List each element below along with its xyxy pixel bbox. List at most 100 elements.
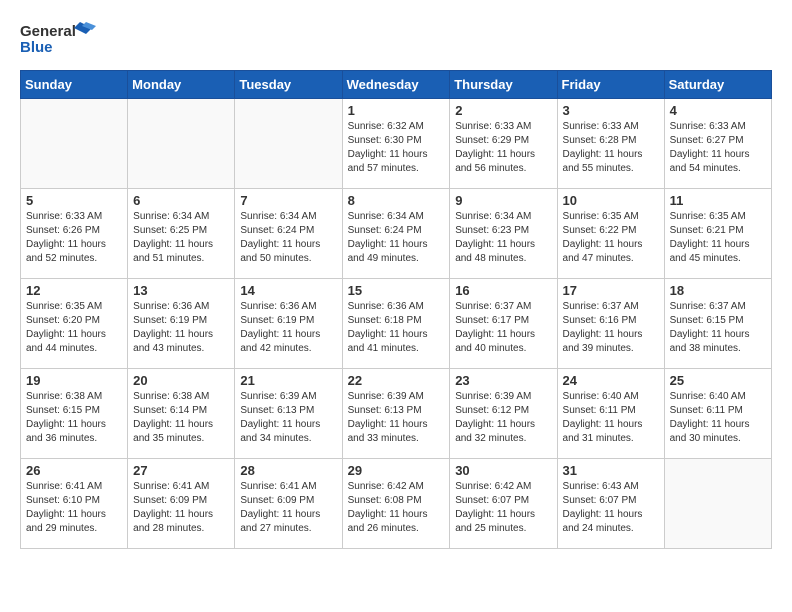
calendar-cell: 11 Sunrise: 6:35 AM Sunset: 6:21 PM Dayli… xyxy=(664,189,771,279)
day-info: Sunrise: 6:34 AM Sunset: 6:24 PM Dayligh… xyxy=(240,210,336,266)
calendar-cell xyxy=(235,99,342,189)
day-info: Sunrise: 6:32 AM Sunset: 6:30 PM Dayligh… xyxy=(348,120,445,176)
day-info: Sunrise: 6:42 AM Sunset: 6:08 PM Dayligh… xyxy=(348,480,445,536)
day-number: 7 xyxy=(240,193,336,208)
calendar-cell: 29 Sunrise: 6:42 AM Sunset: 6:08 PM Dayli… xyxy=(342,459,450,549)
calendar-cell xyxy=(128,99,235,189)
day-number: 21 xyxy=(240,373,336,388)
calendar-cell: 25 Sunrise: 6:40 AM Sunset: 6:11 PM Dayli… xyxy=(664,369,771,459)
calendar-cell: 22 Sunrise: 6:39 AM Sunset: 6:13 PM Dayli… xyxy=(342,369,450,459)
day-number: 10 xyxy=(563,193,659,208)
calendar-cell: 15Sunrise: 6:36 AM Sunset: 6:18 PM Dayli… xyxy=(342,279,450,369)
day-info: Sunrise: 6:33 AM Sunset: 6:27 PM Dayligh… xyxy=(670,120,766,176)
day-number: 6 xyxy=(133,193,229,208)
day-info: Sunrise: 6:40 AM Sunset: 6:11 PM Dayligh… xyxy=(670,390,766,446)
day-number: 24 xyxy=(563,373,659,388)
calendar-cell: 20 Sunrise: 6:38 AM Sunset: 6:14 PM Dayli… xyxy=(128,369,235,459)
day-number: 1 xyxy=(348,103,445,118)
day-number: 19 xyxy=(26,373,122,388)
day-header-thursday: Thursday xyxy=(450,71,557,99)
calendar-cell: 28 Sunrise: 6:41 AM Sunset: 6:09 PM Dayli… xyxy=(235,459,342,549)
day-info: Sunrise: 6:35 AM Sunset: 6:21 PM Dayligh… xyxy=(670,210,766,266)
calendar-cell: 1 Sunrise: 6:32 AM Sunset: 6:30 PM Daylig… xyxy=(342,99,450,189)
calendar-cell: 2Sunrise: 6:33 AM Sunset: 6:29 PM Daylig… xyxy=(450,99,557,189)
day-info: Sunrise: 6:36 AM Sunset: 6:19 PM Dayligh… xyxy=(133,300,229,356)
day-info: Sunrise: 6:33 AM Sunset: 6:28 PM Dayligh… xyxy=(563,120,659,176)
calendar-cell: 8Sunrise: 6:34 AM Sunset: 6:24 PM Daylig… xyxy=(342,189,450,279)
svg-text:General: General xyxy=(20,23,76,40)
day-info: Sunrise: 6:39 AM Sunset: 6:13 PM Dayligh… xyxy=(348,390,445,446)
day-number: 8 xyxy=(348,193,445,208)
logo-svg: GeneralBlue xyxy=(20,20,100,60)
days-header-row: SundayMondayTuesdayWednesdayThursdayFrid… xyxy=(21,71,772,99)
day-header-wednesday: Wednesday xyxy=(342,71,450,99)
day-info: Sunrise: 6:34 AM Sunset: 6:25 PM Dayligh… xyxy=(133,210,229,266)
day-number: 5 xyxy=(26,193,122,208)
day-info: Sunrise: 6:38 AM Sunset: 6:15 PM Dayligh… xyxy=(26,390,122,446)
day-number: 11 xyxy=(670,193,766,208)
day-info: Sunrise: 6:40 AM Sunset: 6:11 PM Dayligh… xyxy=(563,390,659,446)
day-number: 16 xyxy=(455,283,551,298)
day-number: 17 xyxy=(563,283,659,298)
calendar-cell: 6 Sunrise: 6:34 AM Sunset: 6:25 PM Daylig… xyxy=(128,189,235,279)
day-header-sunday: Sunday xyxy=(21,71,128,99)
day-number: 28 xyxy=(240,463,336,478)
week-row-5: 26 Sunrise: 6:41 AM Sunset: 6:10 PM Dayli… xyxy=(21,459,772,549)
day-info: Sunrise: 6:37 AM Sunset: 6:17 PM Dayligh… xyxy=(455,300,551,356)
page-header: GeneralBlue xyxy=(20,20,772,60)
svg-text:Blue: Blue xyxy=(20,39,53,56)
calendar-cell: 3 Sunrise: 6:33 AM Sunset: 6:28 PM Daylig… xyxy=(557,99,664,189)
day-info: Sunrise: 6:41 AM Sunset: 6:09 PM Dayligh… xyxy=(240,480,336,536)
calendar-cell: 4Sunrise: 6:33 AM Sunset: 6:27 PM Daylig… xyxy=(664,99,771,189)
day-number: 31 xyxy=(563,463,659,478)
week-row-1: 1 Sunrise: 6:32 AM Sunset: 6:30 PM Daylig… xyxy=(21,99,772,189)
day-number: 12 xyxy=(26,283,122,298)
day-header-monday: Monday xyxy=(128,71,235,99)
day-number: 27 xyxy=(133,463,229,478)
day-number: 22 xyxy=(348,373,445,388)
day-number: 26 xyxy=(26,463,122,478)
day-info: Sunrise: 6:36 AM Sunset: 6:18 PM Dayligh… xyxy=(348,300,445,356)
day-info: Sunrise: 6:34 AM Sunset: 6:23 PM Dayligh… xyxy=(455,210,551,266)
logo: GeneralBlue xyxy=(20,20,100,60)
day-info: Sunrise: 6:37 AM Sunset: 6:15 PM Dayligh… xyxy=(670,300,766,356)
calendar-cell: 19 Sunrise: 6:38 AM Sunset: 6:15 PM Dayli… xyxy=(21,369,128,459)
calendar-cell: 9Sunrise: 6:34 AM Sunset: 6:23 PM Daylig… xyxy=(450,189,557,279)
day-number: 20 xyxy=(133,373,229,388)
calendar-table: SundayMondayTuesdayWednesdayThursdayFrid… xyxy=(20,70,772,549)
calendar-cell: 30Sunrise: 6:42 AM Sunset: 6:07 PM Dayli… xyxy=(450,459,557,549)
day-number: 29 xyxy=(348,463,445,478)
calendar-cell xyxy=(664,459,771,549)
day-info: Sunrise: 6:43 AM Sunset: 6:07 PM Dayligh… xyxy=(563,480,659,536)
week-row-3: 12 Sunrise: 6:35 AM Sunset: 6:20 PM Dayli… xyxy=(21,279,772,369)
calendar-cell: 5 Sunrise: 6:33 AM Sunset: 6:26 PM Daylig… xyxy=(21,189,128,279)
day-number: 18 xyxy=(670,283,766,298)
week-row-4: 19 Sunrise: 6:38 AM Sunset: 6:15 PM Dayli… xyxy=(21,369,772,459)
day-info: Sunrise: 6:39 AM Sunset: 6:12 PM Dayligh… xyxy=(455,390,551,446)
day-info: Sunrise: 6:42 AM Sunset: 6:07 PM Dayligh… xyxy=(455,480,551,536)
day-info: Sunrise: 6:36 AM Sunset: 6:19 PM Dayligh… xyxy=(240,300,336,356)
day-number: 13 xyxy=(133,283,229,298)
day-info: Sunrise: 6:37 AM Sunset: 6:16 PM Dayligh… xyxy=(563,300,659,356)
calendar-cell: 10Sunrise: 6:35 AM Sunset: 6:22 PM Dayli… xyxy=(557,189,664,279)
calendar-cell: 17 Sunrise: 6:37 AM Sunset: 6:16 PM Dayli… xyxy=(557,279,664,369)
day-info: Sunrise: 6:38 AM Sunset: 6:14 PM Dayligh… xyxy=(133,390,229,446)
day-info: Sunrise: 6:41 AM Sunset: 6:09 PM Dayligh… xyxy=(133,480,229,536)
day-number: 25 xyxy=(670,373,766,388)
day-info: Sunrise: 6:33 AM Sunset: 6:26 PM Dayligh… xyxy=(26,210,122,266)
week-row-2: 5 Sunrise: 6:33 AM Sunset: 6:26 PM Daylig… xyxy=(21,189,772,279)
calendar-cell: 27 Sunrise: 6:41 AM Sunset: 6:09 PM Dayli… xyxy=(128,459,235,549)
day-number: 3 xyxy=(563,103,659,118)
day-number: 2 xyxy=(455,103,551,118)
calendar-cell: 13 Sunrise: 6:36 AM Sunset: 6:19 PM Dayli… xyxy=(128,279,235,369)
calendar-cell xyxy=(21,99,128,189)
day-info: Sunrise: 6:35 AM Sunset: 6:20 PM Dayligh… xyxy=(26,300,122,356)
calendar-cell: 24 Sunrise: 6:40 AM Sunset: 6:11 PM Dayli… xyxy=(557,369,664,459)
day-header-saturday: Saturday xyxy=(664,71,771,99)
calendar-cell: 23Sunrise: 6:39 AM Sunset: 6:12 PM Dayli… xyxy=(450,369,557,459)
calendar-cell: 31 Sunrise: 6:43 AM Sunset: 6:07 PM Dayli… xyxy=(557,459,664,549)
day-info: Sunrise: 6:41 AM Sunset: 6:10 PM Dayligh… xyxy=(26,480,122,536)
calendar-cell: 16 Sunrise: 6:37 AM Sunset: 6:17 PM Dayli… xyxy=(450,279,557,369)
calendar-cell: 21Sunrise: 6:39 AM Sunset: 6:13 PM Dayli… xyxy=(235,369,342,459)
calendar-cell: 26 Sunrise: 6:41 AM Sunset: 6:10 PM Dayli… xyxy=(21,459,128,549)
